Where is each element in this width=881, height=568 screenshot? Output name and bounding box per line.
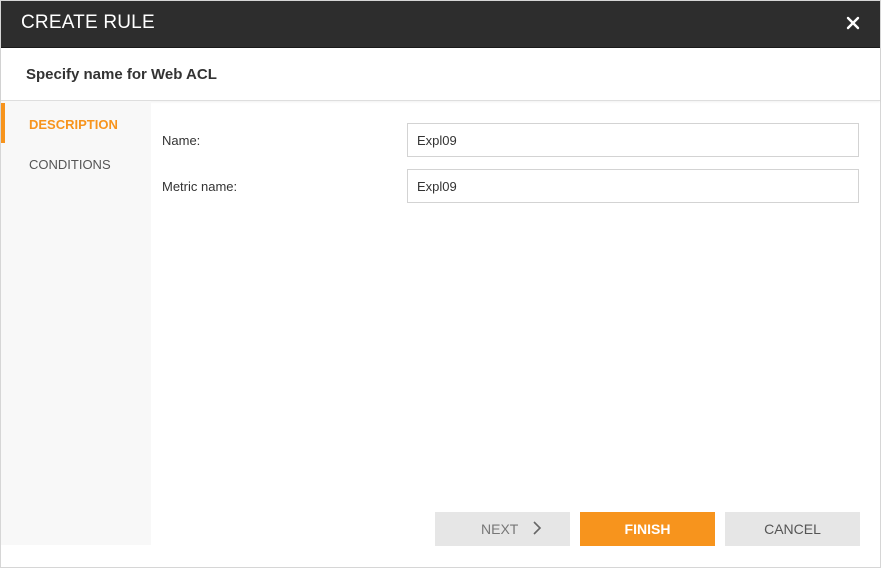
metric-name-row: Metric name: — [151, 169, 880, 205]
next-button[interactable]: NEXT — [435, 512, 570, 546]
close-icon[interactable] — [842, 12, 864, 34]
sidebar-item-description[interactable]: DESCRIPTION — [1, 103, 151, 143]
dialog-subtitle: Specify name for Web ACL — [26, 66, 217, 83]
form-content: Name: Metric name: — [151, 101, 880, 567]
sidebar-item-label: DESCRIPTION — [29, 117, 118, 132]
name-row: Name: — [151, 123, 880, 159]
metric-name-label: Metric name: — [162, 179, 238, 194]
metric-name-input[interactable] — [407, 169, 859, 203]
dialog-subheader: Specify name for Web ACL — [1, 48, 880, 101]
chevron-right-icon — [533, 521, 542, 535]
sidebar-item-conditions[interactable]: CONDITIONS — [1, 143, 151, 183]
next-button-label: NEXT — [481, 521, 519, 537]
close-icon-glyph — [846, 16, 860, 30]
finish-button[interactable]: FINISH — [580, 512, 715, 546]
create-rule-dialog: CREATE RULE Specify name for Web ACL DES… — [0, 0, 881, 568]
name-input[interactable] — [407, 123, 859, 157]
wizard-sidebar: DESCRIPTION CONDITIONS — [1, 101, 151, 545]
name-label: Name: — [162, 133, 201, 148]
dialog-titlebar: CREATE RULE — [1, 1, 880, 48]
cancel-button[interactable]: CANCEL — [725, 512, 860, 546]
sidebar-item-label: CONDITIONS — [29, 157, 111, 172]
active-step-marker — [1, 103, 5, 143]
dialog-title: CREATE RULE — [21, 12, 155, 33]
